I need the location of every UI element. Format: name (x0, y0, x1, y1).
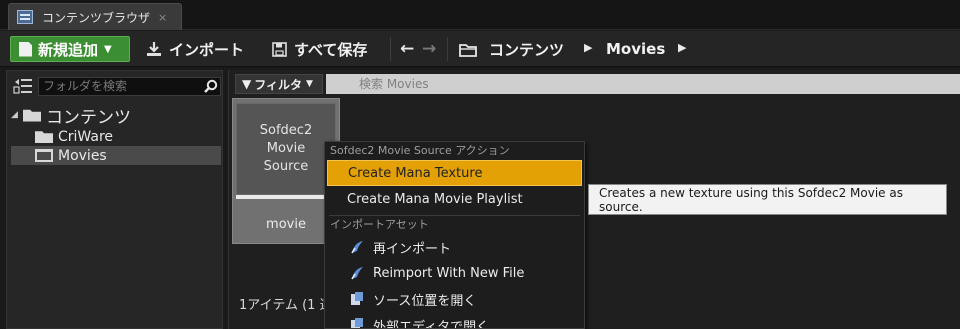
sources-toggle-icon[interactable] (12, 77, 34, 95)
menu-item-label: 再インポート (373, 241, 452, 257)
menu-item-label: ソース位置を開く (373, 293, 477, 309)
breadcrumb-content[interactable]: コンテンツ (489, 36, 564, 62)
tab-title: コンテンツブラウザ (42, 10, 151, 25)
tree-item-content[interactable]: ◢ コンテンツ (11, 103, 221, 128)
reimport-icon (351, 267, 363, 280)
thumbnail-line: Source (263, 159, 309, 175)
divider (447, 37, 448, 61)
menu-item-create-mana-texture[interactable]: Create Mana Texture (327, 160, 582, 186)
close-icon[interactable]: × (158, 11, 167, 24)
save-all-label: すべて保存 (294, 40, 368, 59)
import-label: インポート (169, 40, 245, 59)
folder-icon (35, 149, 53, 162)
filter-icon: ▼ (242, 77, 252, 91)
item-count-status: 1アイテム (1 選 (239, 298, 333, 313)
back-arrow-icon[interactable]: ← (400, 39, 414, 59)
folder-icon (459, 44, 477, 57)
menu-item-reimport[interactable]: 再インポート (325, 234, 584, 260)
tree-item-movies[interactable]: Movies (11, 146, 221, 165)
thumbnail-line: Movie (266, 140, 306, 156)
breadcrumb-movies[interactable]: Movies (606, 36, 665, 62)
new-asset-icon (19, 41, 32, 57)
asset-search-placeholder: 検索 Movies (359, 77, 429, 91)
open-external-icon (351, 318, 363, 328)
folder-open-icon (23, 109, 41, 122)
menu-section-header: インポートアセット (330, 218, 429, 231)
asset-type-bar (236, 195, 336, 199)
folder-icon (35, 131, 53, 143)
context-menu: Sofdec2 Movie Source アクション Create Mana T… (324, 141, 585, 329)
menu-item-label: Reimport With New File (373, 265, 525, 281)
menu-item-reimport-new-file[interactable]: Reimport With New File (325, 260, 584, 286)
filter-label: フィルタ (254, 77, 302, 92)
tooltip-text: Creates a new texture using this Sofdec2… (599, 185, 903, 214)
filter-button[interactable]: ▼ フィルタ ▼ (235, 74, 323, 94)
tree-item-criware[interactable]: CriWare (11, 127, 221, 146)
expand-arrow-icon[interactable]: ◢ (11, 110, 21, 120)
tab-content-browser[interactable]: コンテンツブラウザ × (8, 3, 182, 30)
menu-item-label: 外部エディタで開く (373, 319, 490, 329)
import-button[interactable]: インポート (146, 36, 244, 62)
reimport-icon (351, 241, 363, 254)
add-new-label: 新規追加 (38, 40, 99, 59)
menu-item-open-source-location[interactable]: ソース位置を開く (325, 286, 584, 312)
thumbnail-line: Sofdec2 (259, 122, 313, 138)
chevron-right-icon[interactable]: ▶ (584, 41, 592, 54)
menu-section-header: Sofdec2 Movie Source アクション (330, 144, 510, 157)
download-icon (147, 42, 161, 56)
forward-arrow-icon[interactable]: → (422, 39, 436, 59)
menu-item-create-mana-movie-playlist[interactable]: Create Mana Movie Playlist (325, 186, 584, 212)
save-icon (272, 41, 287, 57)
add-new-button[interactable]: 新規追加 ▼ (10, 36, 130, 62)
tree-item-label: Movies (58, 147, 107, 164)
asset-search-input[interactable]: 検索 Movies (326, 74, 960, 94)
tree-item-label: CriWare (58, 128, 114, 145)
toolbar: 新規追加 ▼ インポート すべて保存 ← → コンテンツ ▶ Movies ▶ (0, 31, 960, 67)
menu-item-open-external-editor[interactable]: 外部エディタで開く (325, 312, 584, 329)
save-all-button[interactable]: すべて保存 (272, 36, 367, 62)
folder-tree: ◢ コンテンツ CriWare Movies (11, 103, 221, 165)
divider (390, 37, 391, 61)
chevron-down-icon: ▼ (104, 43, 112, 55)
asset-thumbnail: Sofdec2 Movie Source (236, 103, 336, 195)
chevron-right-icon[interactable]: ▶ (678, 41, 686, 54)
sources-panel: フォルダを検索 ◢ コンテンツ CriWare Movies (6, 70, 223, 329)
tree-item-label: コンテンツ (46, 107, 131, 128)
open-source-icon (351, 292, 363, 305)
folder-search-input[interactable]: フォルダを検索 (38, 77, 221, 96)
tab-strip: コンテンツブラウザ × (0, 0, 960, 30)
tooltip: Creates a new texture using this Sofdec2… (588, 184, 947, 215)
search-icon[interactable] (204, 79, 218, 93)
content-browser-icon (17, 10, 33, 24)
chevron-down-icon: ▼ (306, 79, 313, 89)
folder-search-placeholder: フォルダを検索 (43, 79, 128, 93)
